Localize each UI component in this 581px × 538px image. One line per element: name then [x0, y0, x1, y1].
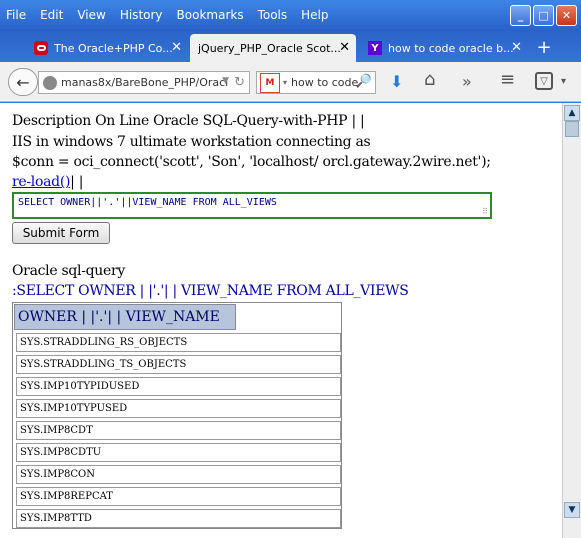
table-row: SYS.IMP8TTD [16, 509, 341, 528]
vertical-scrollbar[interactable]: ▲ ▼ [562, 103, 581, 538]
menu-help[interactable]: Help [301, 8, 328, 22]
connect-line: $conn = oci_connect('scott', 'Son', 'loc… [12, 154, 491, 170]
table-row: SYS.IMP10TYPIDUSED [16, 377, 341, 396]
oracle-icon [34, 41, 48, 55]
search-engine-dropdown-icon[interactable]: ▾ [283, 78, 287, 87]
iis-line: IIS in windows 7 ultimate workstation co… [12, 134, 371, 150]
reload-icon[interactable]: ↻ [234, 75, 245, 90]
submit-button[interactable]: Submit Form [12, 222, 110, 244]
yahoo-icon: Y [368, 41, 382, 55]
url-dropdown-icon[interactable]: ▼ [222, 76, 229, 86]
pocket-icon[interactable]: ▽ [535, 72, 553, 90]
navigation-toolbar: ← manas8x/BareBone_PHP/Oracl ▼ ↻ M ▾ how… [0, 62, 581, 102]
tab-label: how to code oracle b... [388, 41, 514, 55]
search-text: how to code [291, 76, 359, 89]
tab-strip: The Oracle+PHP Co... ✕ jQuery_PHP_Oracle… [0, 34, 581, 62]
tab-oracle-php[interactable]: The Oracle+PHP Co... ✕ [26, 34, 188, 62]
menu-file[interactable]: File [6, 8, 26, 22]
table-row: SYS.STRADDLING_RS_OBJECTS [16, 333, 341, 352]
description-line: Description On Line Oracle SQL-Query-wit… [12, 113, 365, 129]
close-window-button[interactable]: ✕ [556, 5, 577, 26]
overflow-icon[interactable]: » [462, 72, 472, 91]
query-text: SELECT OWNER||'.'||VIEW_NAME FROM ALL_VI… [18, 197, 277, 208]
tab-label: jQuery_PHP_Oracle Scot... [198, 41, 341, 55]
table-row: SYS.IMP10TYPUSED [16, 399, 341, 418]
menu-history[interactable]: History [120, 8, 163, 22]
table-row: SYS.IMP8CDTU [16, 443, 341, 462]
menu-edit[interactable]: Edit [40, 8, 63, 22]
pocket-dropdown-icon[interactable]: ▾ [561, 76, 566, 87]
search-icon[interactable]: 🔎 [356, 74, 372, 89]
table-row: SYS.IMP8CDT [16, 421, 341, 440]
back-button[interactable]: ← [8, 68, 38, 96]
menu-view[interactable]: View [77, 8, 105, 22]
close-tab-icon[interactable]: ✕ [511, 40, 522, 55]
close-tab-icon[interactable]: ✕ [171, 40, 182, 55]
search-box[interactable]: M ▾ how to code 🔎 [256, 71, 376, 94]
tab-label: The Oracle+PHP Co... [54, 41, 173, 55]
window-controls: _ □ ✕ [510, 5, 577, 26]
result-title: Oracle sql-query [12, 263, 125, 279]
minimize-button[interactable]: _ [510, 5, 531, 26]
tab-how-to-code[interactable]: Y how to code oracle b... ✕ [360, 34, 528, 62]
download-icon[interactable]: ⬇ [390, 72, 403, 91]
table-row: SYS.IMP8CON [16, 465, 341, 484]
maximize-button[interactable]: □ [533, 5, 554, 26]
menu-bookmarks[interactable]: Bookmarks [177, 8, 244, 22]
reload-suffix: | | [70, 174, 84, 190]
search-engine-icon[interactable]: M [260, 72, 280, 93]
close-tab-icon[interactable]: ✕ [339, 40, 350, 55]
url-text: manas8x/BareBone_PHP/Oracl [61, 76, 229, 89]
scroll-thumb[interactable] [565, 121, 579, 137]
resize-grip-icon[interactable]: ⠿ [482, 207, 488, 216]
menu-bar: File Edit View History Bookmarks Tools H… [0, 0, 500, 30]
globe-icon [43, 75, 57, 90]
home-icon[interactable]: ⌂ [424, 69, 435, 90]
query-textarea[interactable]: SELECT OWNER||'.'||VIEW_NAME FROM ALL_VI… [12, 192, 492, 219]
result-query: :SELECT OWNER | |'.'| | VIEW_NAME FROM A… [12, 283, 409, 299]
table-header: OWNER | |'.'| | VIEW_NAME [14, 304, 236, 330]
table-row: SYS.IMP8REPCAT [16, 487, 341, 506]
scroll-up-icon[interactable]: ▲ [564, 105, 580, 121]
result-table: OWNER | |'.'| | VIEW_NAME SYS.STRADDLING… [12, 302, 342, 529]
scroll-down-icon[interactable]: ▼ [564, 502, 580, 518]
reload-link[interactable]: re-load() [12, 174, 70, 190]
menu-icon[interactable]: ≡ [500, 69, 515, 90]
new-tab-button[interactable]: + [533, 34, 555, 60]
reload-line: re-load()| | [12, 174, 83, 190]
table-row: SYS.STRADDLING_TS_OBJECTS [16, 355, 341, 374]
page-content: Description On Line Oracle SQL-Query-wit… [0, 103, 562, 538]
menu-tools[interactable]: Tools [258, 8, 288, 22]
tab-jquery-php-oracle[interactable]: jQuery_PHP_Oracle Scot... ✕ [190, 34, 356, 62]
url-bar[interactable]: manas8x/BareBone_PHP/Oracl ▼ ↻ [38, 71, 250, 94]
